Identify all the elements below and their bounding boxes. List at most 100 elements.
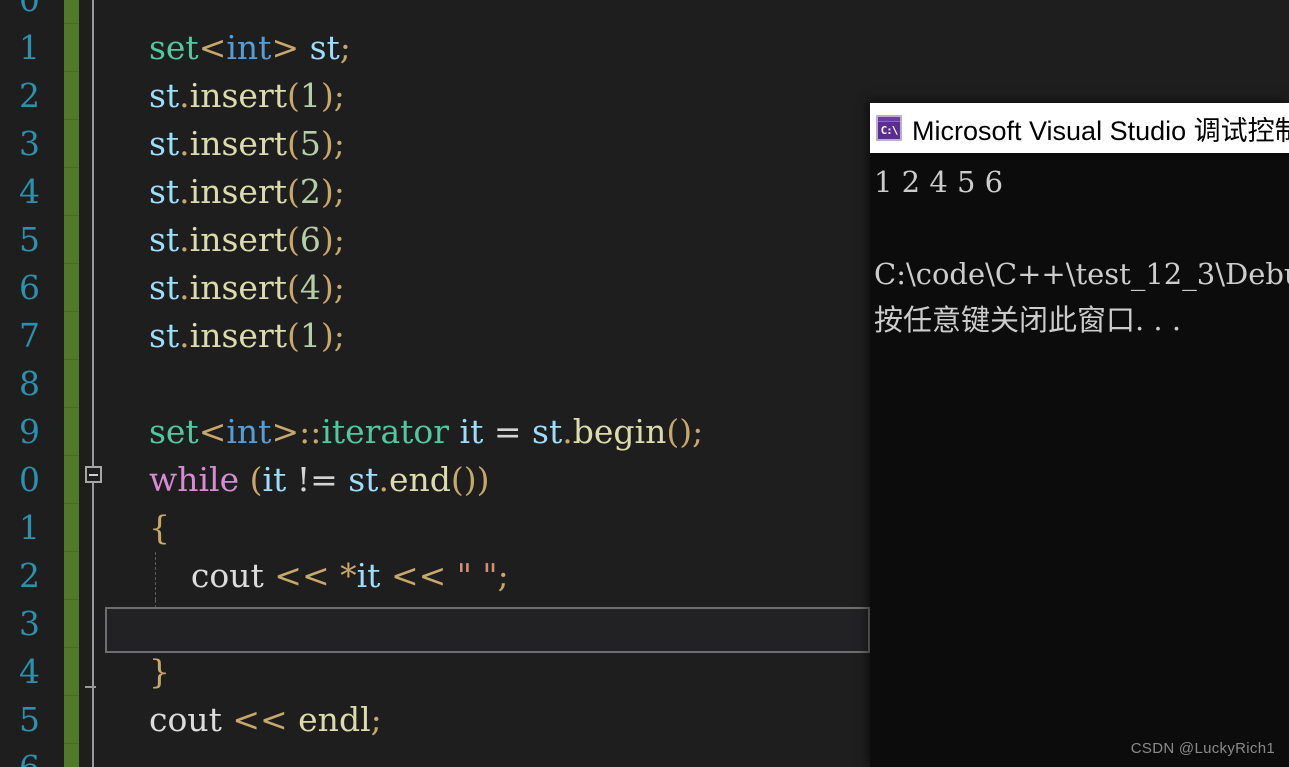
code-token: insert (189, 316, 287, 355)
line-number: 6 (0, 744, 40, 767)
collapse-minus-icon[interactable] (85, 466, 102, 483)
code-token: ; (692, 412, 704, 451)
code-token: . (179, 172, 190, 211)
debug-console-window[interactable]: C:\ Microsoft Visual Studio 调试控制台 1 2 4 … (870, 103, 1289, 767)
folding-indent-line (92, 0, 94, 767)
code-token: 6 (299, 220, 321, 259)
change-bar-segment (64, 360, 79, 408)
code-token: iterator (321, 412, 450, 451)
line-number: 1 (19, 508, 40, 547)
code-token: ; (333, 316, 345, 355)
cmd-console-icon-label: C:\ (880, 123, 899, 137)
code-token: ( (286, 220, 300, 259)
code-token: . (378, 460, 389, 499)
code-line[interactable]: set<int> st; (107, 24, 1289, 72)
code-token: . (179, 316, 190, 355)
code-token: ( (286, 172, 300, 211)
change-bar-segment (64, 312, 79, 360)
screenshot-root: 01234567890123456 set<int> st; st.insert… (0, 0, 1289, 767)
code-token: end (388, 460, 451, 499)
code-token: . (179, 268, 190, 307)
code-folding-column[interactable] (79, 0, 107, 767)
code-token: << (390, 556, 447, 595)
code-token: st (148, 268, 180, 307)
code-token: insert (189, 220, 287, 259)
change-bar-segment (64, 216, 79, 264)
change-bar-segment (64, 24, 79, 72)
code-token: " " (456, 556, 498, 595)
code-token: ) (320, 172, 334, 211)
code-token: . (179, 76, 190, 115)
code-token: { (148, 508, 170, 547)
code-token: << (274, 556, 330, 595)
code-token: ) (320, 268, 334, 307)
code-token: . (562, 412, 573, 451)
code-token: while (148, 460, 240, 499)
line-number: 6 (19, 268, 40, 307)
code-token: it (262, 460, 287, 499)
code-token: ( (249, 460, 263, 499)
code-token: 2 (299, 172, 321, 211)
code-token: ) (320, 220, 334, 259)
code-token: cout (148, 700, 222, 739)
console-output-line: C:\code\C++\test_12_3\Debug (874, 257, 1289, 291)
code-token: < (198, 412, 227, 451)
change-bar-segment (64, 264, 79, 312)
code-token: int (226, 28, 272, 67)
code-token: set (148, 28, 199, 67)
code-token: () (450, 460, 477, 499)
code-token: int (226, 412, 272, 451)
code-token: set (148, 412, 199, 451)
line-number: 8 (19, 364, 40, 403)
line-number: 1 (19, 28, 40, 67)
code-token: endl (298, 700, 371, 739)
code-token: ; (333, 124, 345, 163)
code-token: st (148, 76, 180, 115)
code-token: << (232, 700, 288, 739)
console-title-bar[interactable]: C:\ Microsoft Visual Studio 调试控制台 (870, 103, 1289, 153)
change-bar-segment (64, 456, 79, 504)
indent-guide (155, 552, 156, 600)
code-token: ) (320, 316, 334, 355)
code-token: cout (190, 556, 264, 595)
code-token: ) (476, 460, 490, 499)
code-token: 1 (299, 316, 321, 355)
code-token: . (179, 124, 190, 163)
change-bar-segment (64, 504, 79, 552)
code-token: > (271, 28, 300, 67)
console-title-text: Microsoft Visual Studio 调试控制台 (912, 115, 1289, 146)
code-token: ( (286, 76, 300, 115)
code-token: ) (320, 76, 334, 115)
code-token: it (459, 412, 484, 451)
line-number: 5 (19, 220, 40, 259)
line-number: 3 (19, 124, 40, 163)
console-output-area[interactable]: 1 2 4 5 6 C:\code\C++\test_12_3\Debug 按任意… (870, 153, 1289, 767)
code-token: > (271, 412, 300, 451)
change-bar-segment (64, 600, 79, 648)
change-bar-segment (64, 696, 79, 744)
current-line-highlight (105, 607, 870, 653)
line-number: 0 (0, 0, 40, 24)
line-number: 2 (19, 556, 40, 595)
code-token: st (148, 316, 180, 355)
line-number: 5 (19, 700, 40, 739)
code-token: () (666, 412, 693, 451)
change-bar-segment (64, 168, 79, 216)
code-token: insert (189, 172, 287, 211)
code-token: st (148, 172, 180, 211)
code-line[interactable] (107, 0, 1289, 24)
code-token: st (348, 460, 379, 499)
